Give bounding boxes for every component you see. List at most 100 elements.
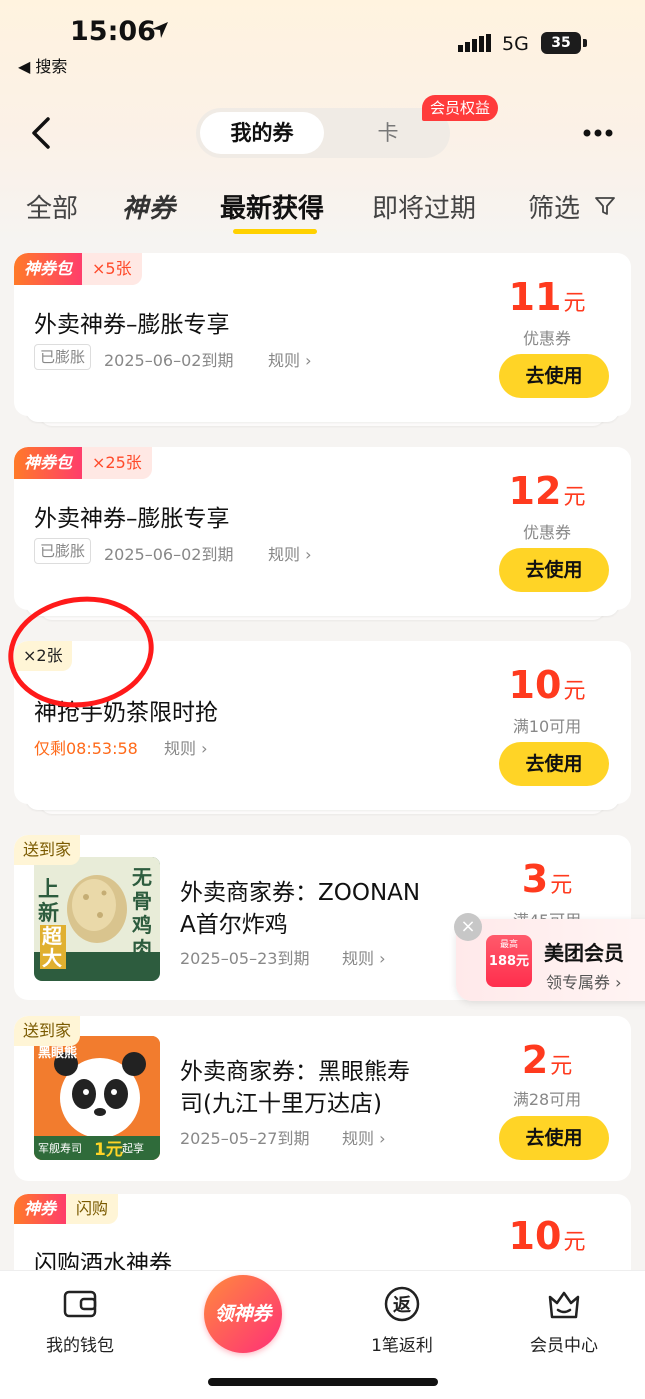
nav-wallet-label: 我的钱包 [46,1336,114,1356]
rules-link[interactable]: 规则 › [342,1125,386,1149]
image-text: 上新 [38,877,59,925]
image-text: 超大 [40,925,66,969]
amount-value: 2 [521,1038,549,1082]
coupon-pack-badge: 神券包 ×25张 [14,447,152,479]
tab-filter[interactable]: 筛选 [528,188,580,225]
coupon-amount: 11元 [487,275,607,319]
card-top-label: 最高 [499,940,518,950]
filter-icon[interactable] [594,195,616,217]
vip-benefit-badge[interactable]: 会员权益 [422,95,499,121]
card-amount: 188元 [488,954,530,969]
back-arrow-icon[interactable] [28,115,58,151]
badge-label: 神券 [14,1194,67,1224]
coupon-title-line2: 司(九江十里万达店) [180,1091,382,1117]
location-arrow-icon [152,22,168,38]
tab-newest[interactable]: 最新获得 [220,188,324,225]
coupon-type: 优惠券 [522,329,571,348]
member-coupon-card-icon: 最高 188元 [486,935,532,987]
use-button[interactable]: 去使用 [499,1116,609,1160]
use-button[interactable]: 去使用 [499,354,609,398]
crown-basket-icon [548,1291,580,1319]
home-indicator[interactable] [208,1378,438,1386]
store-image-sushi: 黑眼熊 军舰寿司 1元 起享 [34,1036,160,1160]
coupon-title-line2: A首尔炸鸡 [180,912,288,938]
rebate-icon: 返 [384,1286,420,1322]
more-icon[interactable] [582,128,614,138]
coupon-amount: 12元 [487,469,607,513]
badge-count: ×5张 [82,253,142,285]
rebate-glyph: 返 [393,1295,411,1316]
countdown-timer: 仅剩08:53:58 [34,739,138,758]
store-image-fried-chicken: 上新 超大 无骨鸡肉 [34,857,160,981]
coupon-type: 优惠券 [522,523,571,542]
rules-link[interactable]: 规则 › [342,945,386,969]
member-subtitle: 领专属券 › [546,973,622,992]
amount-unit: 元 [563,485,586,510]
status-time: 15:06 [70,16,156,47]
badge-label: 神券包 [14,447,83,479]
image-text: 军舰寿司 [38,1142,82,1155]
coupon-amount: 10元 [487,1214,607,1258]
amount-unit: 元 [563,291,586,316]
coupon-amount: 2元 [487,1038,607,1082]
coupon-card-switch: 我的券 卡 [196,108,450,158]
battery-icon: 35 [541,32,581,54]
back-to-app-link[interactable]: ◀ 搜索 [18,53,67,77]
expire-date: 2025–06–02到期 [104,351,234,370]
badge-label: 神券包 [14,253,83,285]
coupon-card[interactable]: 黑眼熊 军舰寿司 1元 起享 送到家 外卖商家券：黑眼熊寿 司(九江十里万达店)… [14,1016,631,1181]
expire-date: 2025–05–27到期 [180,1129,310,1148]
image-text: 1元 [94,1140,123,1160]
network-type: 5G [502,33,529,55]
delivery-badge: 送到家 [14,835,81,865]
amount-value: 12 [508,469,562,513]
rules-link[interactable]: 规则 › [164,735,208,759]
inflated-tag: 已膨胀 [34,538,92,564]
flash-coupon-badge: 神券 闪购 [14,1194,119,1224]
coupon-title: 外卖神券–膨胀专享 [34,312,230,338]
amount-unit: 元 [550,873,573,898]
coupon-condition: 满10可用 [512,717,582,736]
member-title: 美团会员 [544,941,624,965]
amount-value: 11 [508,275,562,319]
tab-shen-coupon[interactable]: 神券 [122,188,176,225]
delivery-badge: 送到家 [14,1016,81,1046]
rules-link[interactable]: 规则 › [268,541,312,565]
wallet-icon [63,1290,97,1318]
coupon-condition: 满28可用 [512,1090,582,1109]
battery-tip [583,39,587,47]
inflated-tag: 已膨胀 [34,344,92,370]
use-button[interactable]: 去使用 [499,742,609,786]
tab-my-coupons[interactable]: 我的券 [200,112,324,154]
coupon-title-line1: 外卖商家券：ZOONAN [180,880,421,906]
expire-date: 2025–06–02到期 [104,545,234,564]
coupon-amount: 3元 [487,857,607,901]
member-promo-float[interactable]: × 最高 188元 美团会员 领专属券 › [454,913,645,1001]
badge-count: ×25张 [82,447,152,479]
coupon-card[interactable]: 神券包 ×25张 外卖神券–膨胀专享 已膨胀 2025–06–02到期 规则 ›… [14,447,631,610]
image-text: 起享 [122,1142,144,1155]
active-tab-indicator [233,229,317,234]
nav-rebate-label: 1笔返利 [371,1336,433,1356]
amount-value: 10 [508,1214,562,1258]
use-button[interactable]: 去使用 [499,548,609,592]
tab-expiring[interactable]: 即将过期 [372,188,476,225]
claim-coupon-button[interactable]: 领神券 [204,1275,282,1353]
amount-unit: 元 [563,1230,586,1255]
coupon-amount: 10元 [487,663,607,707]
rules-link[interactable]: 规则 › [268,347,312,371]
close-icon[interactable]: × [454,913,482,941]
amount-unit: 元 [563,679,586,704]
nav-member-label: 会员中心 [530,1336,598,1356]
image-text: 无骨鸡肉 [132,865,152,961]
coupon-pack-badge: 神券包 ×5张 [14,253,142,285]
coupon-card[interactable]: 神券包 ×5张 外卖神券–膨胀专享 已膨胀 2025–06–02到期 规则 › … [14,253,631,416]
amount-unit: 元 [550,1054,573,1079]
badge-flash: 闪购 [66,1194,119,1224]
amount-value: 10 [508,663,562,707]
amount-value: 3 [521,857,549,901]
expire-date: 2025–05–23到期 [180,949,310,968]
coupon-title-line1: 外卖商家券：黑眼熊寿 [180,1059,410,1085]
tab-all[interactable]: 全部 [26,188,78,225]
coupon-title: 外卖神券–膨胀专享 [34,506,230,532]
